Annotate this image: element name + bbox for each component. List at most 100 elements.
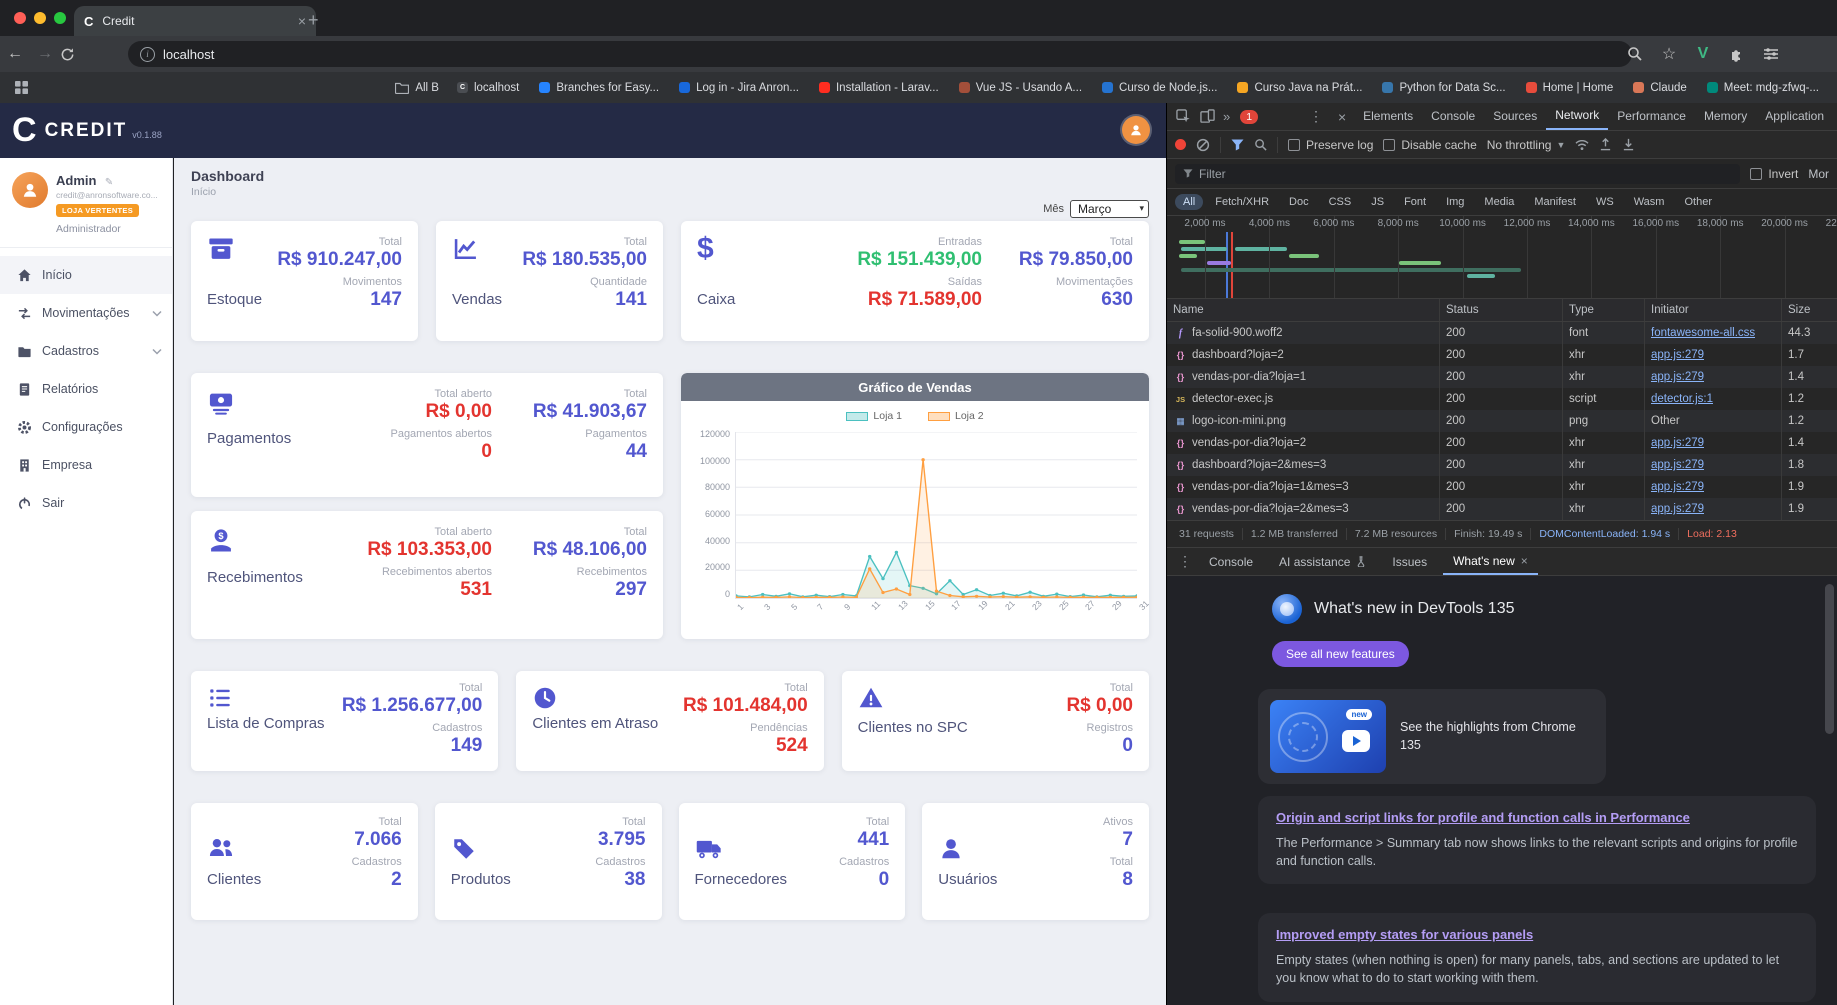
bookmark-item[interactable]: Home | Home [1518, 79, 1622, 97]
devtools-tab[interactable]: Memory [1695, 103, 1756, 130]
apps-grid-icon[interactable] [10, 81, 32, 94]
header-avatar[interactable] [1122, 116, 1150, 144]
column-type[interactable]: Type [1563, 299, 1645, 321]
browser-menu-icon[interactable] [1754, 47, 1788, 61]
request-type-chip[interactable]: Fetch/XHR [1207, 194, 1277, 210]
bookmark-item[interactable]: Claude [1625, 79, 1694, 97]
network-request-row[interactable]: {} vendas-por-dia?loja=1 200 xhr app.js:2… [1167, 366, 1837, 388]
clear-icon[interactable] [1196, 138, 1210, 152]
bookmark-item[interactable]: Curso Java na Prát... [1229, 79, 1370, 97]
month-select[interactable]: Março ▾ [1070, 200, 1149, 218]
browser-tab[interactable]: C Credit × [74, 6, 316, 36]
back-icon[interactable]: ← [0, 45, 30, 63]
network-filter-input[interactable]: Filter [1175, 163, 1741, 184]
drawer-menu-icon[interactable]: ⋮ [1171, 553, 1199, 570]
invert-checkbox[interactable]: Invert [1750, 167, 1798, 181]
import-har-icon[interactable] [1599, 138, 1612, 151]
bookmark-item[interactable]: Log in - Jira Anron... [671, 79, 807, 97]
network-request-row[interactable]: {} dashboard?loja=2&mes=3 200 xhr app.js:… [1167, 454, 1837, 476]
bookmark-item[interactable]: C localhost [449, 79, 527, 97]
export-har-icon[interactable] [1622, 138, 1635, 151]
network-overview-timeline[interactable]: 2,000 ms 4,000 ms 6,000 ms 8,000 ms 10,000 m… [1167, 216, 1837, 299]
request-type-chip[interactable]: Doc [1281, 194, 1317, 210]
bookmark-item[interactable]: Python for Data Sc... [1374, 79, 1513, 97]
devtools-tab[interactable]: Network [1546, 103, 1609, 130]
window-controls[interactable] [14, 12, 66, 24]
request-type-chip[interactable]: WS [1588, 194, 1622, 210]
highlights-card[interactable]: new See the highlights from Chrome 135 [1258, 689, 1606, 784]
bookmark-star-icon[interactable]: ☆ [1652, 44, 1686, 64]
address-bar[interactable]: i localhost [128, 41, 1632, 67]
column-name[interactable]: Name [1167, 299, 1440, 321]
highlights-video-thumbnail[interactable]: new [1270, 700, 1386, 773]
network-request-row[interactable]: {} vendas-por-dia?loja=2&mes=3 200 xhr ap… [1167, 498, 1837, 520]
vue-extension-icon[interactable]: V [1686, 45, 1720, 63]
chart-legend[interactable]: Loja 1 Loja 2 [681, 409, 1149, 423]
sidebar-item-configuracoes[interactable]: Configurações [0, 408, 172, 446]
sidebar-item-sair[interactable]: Sair [0, 484, 172, 522]
scrollbar-thumb[interactable] [1825, 584, 1834, 734]
all-bookmarks-folder[interactable]: All B [395, 82, 445, 94]
more-filters-button[interactable]: Mor [1808, 167, 1829, 181]
initiator-link[interactable]: app.js:279 [1651, 349, 1704, 361]
whats-new-section-link[interactable]: Origin and script links for profile and … [1276, 810, 1798, 825]
request-type-chip[interactable]: Media [1476, 194, 1522, 210]
maximize-window-icon[interactable] [54, 12, 66, 24]
sidebar-item-empresa[interactable]: Empresa [0, 446, 172, 484]
bookmark-item[interactable]: Vue JS - Usando A... [951, 79, 1090, 97]
devtools-close-icon[interactable]: × [1330, 109, 1354, 125]
minimize-window-icon[interactable] [34, 12, 46, 24]
initiator-link[interactable]: app.js:279 [1651, 371, 1704, 383]
request-type-chip[interactable]: Font [1396, 194, 1434, 210]
network-request-row[interactable]: {} vendas-por-dia?loja=2 200 xhr app.js:2… [1167, 432, 1837, 454]
filter-funnel-icon[interactable] [1231, 139, 1244, 151]
initiator-link[interactable]: app.js:279 [1651, 437, 1704, 449]
devtools-tab[interactable]: Application [1756, 103, 1833, 130]
column-size[interactable]: Size [1782, 299, 1837, 321]
request-type-chip[interactable]: Other [1676, 194, 1720, 210]
extensions-puzzle-icon[interactable] [1720, 46, 1754, 62]
disable-cache-checkbox[interactable]: Disable cache [1383, 138, 1477, 152]
initiator-link[interactable]: app.js:279 [1651, 459, 1704, 471]
user-avatar[interactable] [12, 172, 48, 208]
preserve-log-checkbox[interactable]: Preserve log [1288, 138, 1373, 152]
reload-icon[interactable] [60, 47, 90, 62]
close-window-icon[interactable] [14, 12, 26, 24]
inspect-element-icon[interactable] [1171, 109, 1195, 124]
site-info-icon[interactable]: i [140, 46, 155, 62]
devtools-tab[interactable]: Performance [1608, 103, 1695, 130]
sidebar-item-cadastros[interactable]: Cadastros [0, 332, 172, 370]
initiator-link[interactable]: detector.js:1 [1651, 393, 1713, 405]
bookmark-item[interactable]: Curso de Node.js... [1094, 79, 1225, 97]
bookmark-item[interactable]: Meet: mdg-zfwq-... [1699, 79, 1827, 97]
legend-item[interactable]: Loja 2 [928, 409, 984, 423]
devtools-tab[interactable]: Sources [1484, 103, 1546, 130]
drawer-tab[interactable]: AI assistance [1269, 548, 1382, 575]
network-request-row[interactable]: f fa-solid-900.woff2 200 font fontawesome… [1167, 322, 1837, 344]
request-type-chip[interactable]: All [1175, 194, 1204, 210]
play-icon[interactable] [1342, 730, 1370, 752]
request-type-chip[interactable]: Wasm [1626, 194, 1673, 210]
network-conditions-icon[interactable] [1575, 139, 1589, 151]
network-request-row[interactable]: ▦ logo-icon-mini.png 200 png Other 1.2 [1167, 410, 1837, 432]
network-request-row[interactable]: {} vendas-por-dia?loja=1&mes=3 200 xhr ap… [1167, 476, 1837, 498]
column-initiator[interactable]: Initiator [1645, 299, 1782, 321]
new-tab-button[interactable]: + [308, 9, 319, 31]
sidebar-item-relatorios[interactable]: Relatórios [0, 370, 172, 408]
see-all-features-button[interactable]: See all new features [1272, 641, 1409, 667]
record-icon[interactable] [1175, 139, 1186, 150]
devtools-tab[interactable]: Elements [1354, 103, 1422, 130]
drawer-tab[interactable]: Console [1199, 548, 1269, 575]
legend-item[interactable]: Loja 1 [846, 409, 902, 423]
throttling-select[interactable]: No throttling ▼ [1487, 138, 1566, 152]
column-status[interactable]: Status [1440, 299, 1563, 321]
devtools-menu-icon[interactable]: ⋮ [1302, 108, 1330, 125]
sidebar-item-inicio[interactable]: Início [0, 256, 172, 294]
request-type-chip[interactable]: Manifest [1526, 194, 1584, 210]
initiator-link[interactable]: app.js:279 [1651, 503, 1704, 515]
initiator-link[interactable]: fontawesome-all.css [1651, 327, 1755, 339]
error-badge[interactable]: 1 [1240, 109, 1259, 124]
zoom-icon[interactable] [1618, 46, 1652, 62]
drawer-tab[interactable]: What's new × [1443, 548, 1538, 575]
initiator-link[interactable]: app.js:279 [1651, 481, 1704, 493]
